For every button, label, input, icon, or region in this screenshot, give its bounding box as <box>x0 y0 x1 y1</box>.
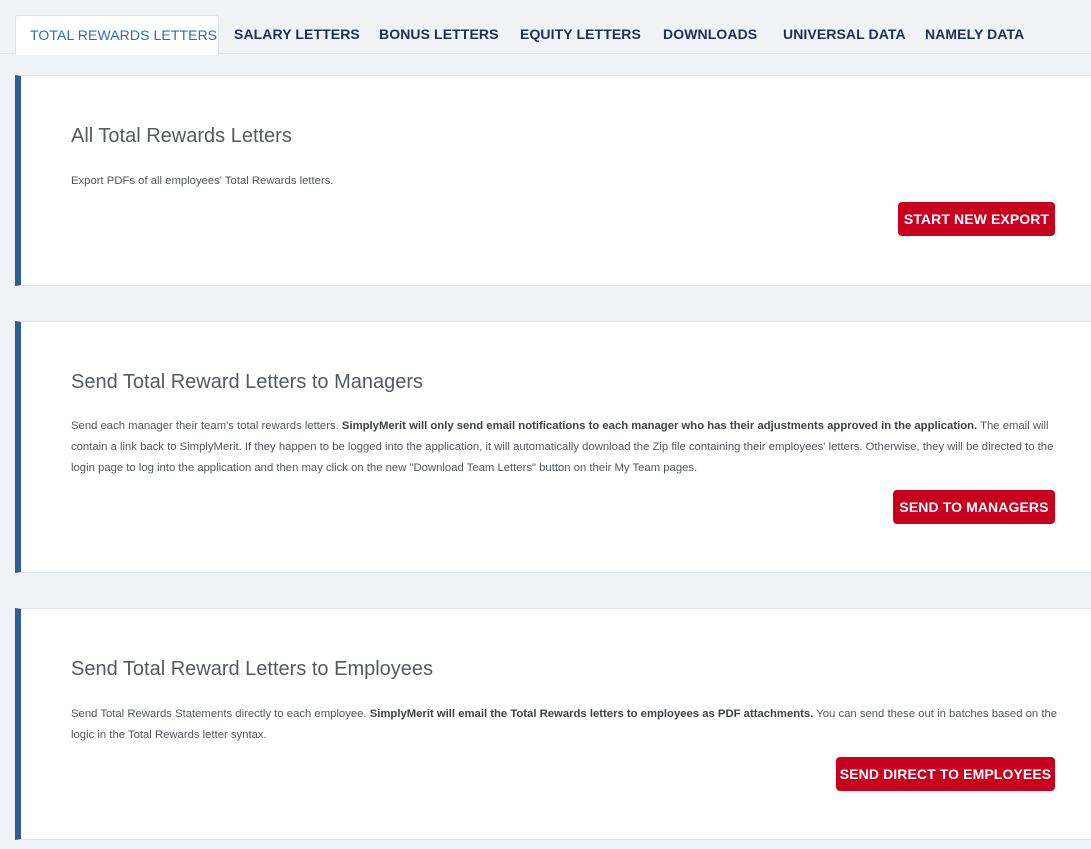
description-emphasis: SimplyMerit will only send email notific… <box>341 420 978 432</box>
card-description: Export PDFs of all employees' Total Rewa… <box>71 175 334 187</box>
start-new-export-button[interactable]: START NEW EXPORT <box>898 202 1055 236</box>
tab-equity-letters[interactable]: EQUITY LETTERS <box>520 15 641 54</box>
tab-bonus-letters[interactable]: BONUS LETTERS <box>379 15 499 54</box>
card-description: Send Total Rewards Statements directly t… <box>71 704 1061 746</box>
card-title: All Total Rewards Letters <box>71 125 292 147</box>
send-direct-to-employees-button[interactable]: SEND DIRECT TO EMPLOYEES <box>836 757 1055 791</box>
send-employees-card: Send Total Reward Letters to Employees S… <box>15 608 1091 840</box>
send-managers-card: Send Total Reward Letters to Managers Se… <box>15 321 1091 573</box>
tab-universal-data[interactable]: UNIVERSAL DATA <box>783 15 906 54</box>
description-intro: Send each manager their team's total rew… <box>71 420 342 432</box>
card-title: Send Total Reward Letters to Employees <box>71 658 434 680</box>
card-description: Send each manager their team's total rew… <box>71 416 1061 479</box>
send-to-managers-button[interactable]: SEND TO MANAGERS <box>893 490 1055 524</box>
tab-downloads[interactable]: DOWNLOADS <box>663 15 757 54</box>
tab-namely-data[interactable]: NAMELY DATA <box>925 15 1024 54</box>
description-emphasis: SimplyMerit will email the Total Rewards… <box>369 708 814 720</box>
tab-salary-letters[interactable]: SALARY LETTERS <box>234 15 360 54</box>
export-all-card: All Total Rewards Letters Export PDFs of… <box>15 75 1091 286</box>
card-title: Send Total Reward Letters to Managers <box>71 371 424 393</box>
tab-total-rewards-letters[interactable]: TOTAL REWARDS LETTERS <box>15 15 219 55</box>
description-intro: Send Total Rewards Statements directly t… <box>71 708 370 720</box>
tab-bar: TOTAL REWARDS LETTERS SALARY LETTERS BON… <box>0 0 1091 55</box>
